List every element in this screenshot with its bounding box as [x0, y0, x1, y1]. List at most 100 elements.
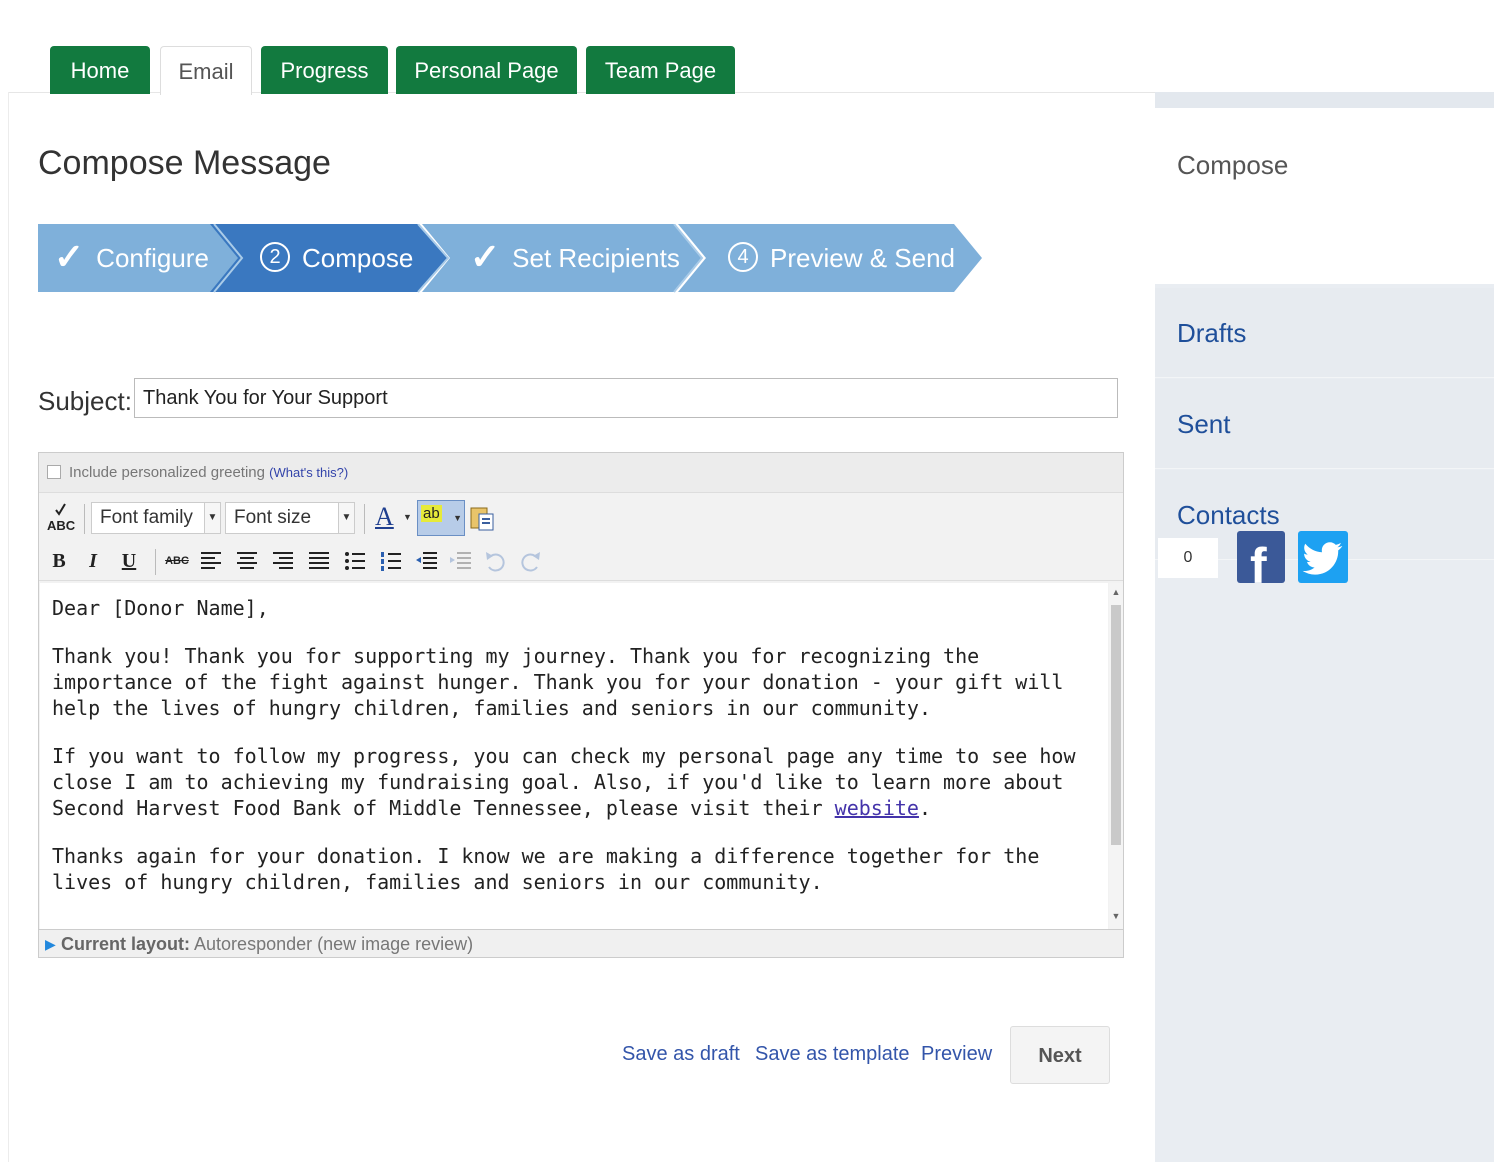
redo-button[interactable]	[517, 549, 543, 573]
scroll-down-icon[interactable]: ▼	[1109, 911, 1123, 925]
facebook-icon: f	[1250, 538, 1267, 594]
svg-text:f: f	[1250, 538, 1267, 583]
justify-icon	[309, 552, 329, 569]
whats-this-link[interactable]: (What's this?)	[269, 465, 348, 480]
step-compose[interactable]: 2 Compose	[260, 224, 413, 292]
subject-label: Subject:	[38, 386, 132, 416]
twitter-icon	[1302, 542, 1343, 575]
twitter-share-button[interactable]	[1298, 531, 1348, 583]
toolbar-separator	[84, 504, 85, 534]
sidebar-item-label: Compose	[1177, 150, 1289, 180]
justify-button[interactable]	[307, 549, 333, 573]
message-paragraph-3: Thanks again for your donation. I know w…	[52, 844, 1040, 894]
email-sidebar: Compose Drafts Sent Contacts	[1155, 92, 1494, 1162]
tab-home[interactable]: Home	[50, 46, 150, 94]
share-count: 0	[1158, 538, 1218, 578]
align-center-icon	[237, 552, 257, 569]
paste-word-button[interactable]	[469, 504, 495, 532]
current-layout-value: Autoresponder (new image review)	[194, 934, 474, 954]
bullet-list-button[interactable]	[343, 549, 369, 573]
greeting-bar: Include personalized greeting (What's th…	[39, 453, 1123, 493]
tab-email[interactable]: Email	[160, 46, 252, 95]
step-preview-send-label: Preview & Send	[770, 243, 955, 273]
current-layout-label: Current layout:	[61, 934, 191, 954]
website-link[interactable]: website	[835, 796, 919, 820]
svg-text:ABC: ABC	[47, 518, 75, 533]
chevron-down-icon: ▼	[204, 503, 220, 533]
scroll-up-icon[interactable]: ▲	[1109, 587, 1123, 601]
undo-button[interactable]	[483, 549, 509, 573]
sidebar-item-label: Drafts	[1177, 318, 1247, 348]
message-paragraph-2: If you want to follow my progress, you c…	[52, 743, 1096, 821]
font-size-value: Font size	[234, 507, 312, 528]
facebook-share-button[interactable]: f	[1237, 531, 1285, 594]
tab-progress[interactable]: Progress	[261, 46, 388, 94]
step-number-icon: 2	[260, 242, 290, 273]
greeting-label: Include personalized greeting	[69, 464, 265, 481]
editor-scrollbar[interactable]: ▲ ▼	[1109, 583, 1123, 929]
strikethrough-button[interactable]: ABC	[163, 541, 191, 581]
underline-button[interactable]: U	[115, 541, 143, 581]
redo-icon	[521, 552, 540, 572]
italic-button[interactable]: I	[79, 541, 107, 581]
text-color-button[interactable]: A ▼	[371, 500, 415, 536]
highlight-icon: ab	[421, 505, 442, 522]
numbered-list-button[interactable]	[379, 549, 405, 573]
bold-button[interactable]: B	[45, 541, 73, 581]
chevron-down-icon: ▼	[338, 503, 354, 533]
save-template-link[interactable]: Save as template	[755, 1043, 910, 1066]
step-set-recipients[interactable]: ✓ Set Recipients	[470, 224, 680, 292]
font-family-select[interactable]: Font family ▼	[91, 502, 221, 534]
chevron-down-icon: ▼	[453, 513, 462, 523]
align-right-button[interactable]	[271, 549, 297, 573]
step-preview-send[interactable]: 4 Preview & Send	[728, 224, 955, 292]
sidebar-item-label: Contacts	[1177, 500, 1280, 530]
message-editor: Include personalized greeting (What's th…	[38, 452, 1124, 958]
step-compose-label: Compose	[302, 243, 414, 273]
wizard-steps: ✓ Configure 2 Compose ✓ Set Recipients 4 Pre…	[38, 224, 988, 294]
outdent-button[interactable]	[415, 549, 441, 573]
greeting-text: Include personalized greeting (What's th…	[69, 464, 348, 481]
check-icon: ✓	[54, 236, 85, 278]
font-family-value: Font family	[100, 507, 193, 528]
indent-icon	[450, 552, 471, 569]
sidebar-item-sent[interactable]: Sent	[1155, 379, 1494, 469]
sidebar-item-drafts[interactable]: Drafts	[1155, 288, 1494, 378]
check-icon: ✓	[470, 236, 501, 278]
sidebar-top-strip	[1155, 92, 1494, 108]
scrollbar-thumb[interactable]	[1111, 605, 1121, 845]
undo-icon	[486, 552, 505, 572]
spellcheck-icon: ABC	[47, 503, 76, 533]
save-draft-link[interactable]: Save as draft	[622, 1043, 740, 1066]
tab-personal-page[interactable]: Personal Page	[396, 46, 577, 94]
subject-input[interactable]	[134, 378, 1118, 418]
align-right-icon	[273, 552, 293, 569]
message-body[interactable]: Dear [Donor Name], Thank you! Thank you …	[40, 583, 1108, 929]
greeting-checkbox[interactable]	[47, 465, 61, 479]
content-left-border	[8, 92, 9, 1162]
tab-team-page[interactable]: Team Page	[586, 46, 735, 94]
indent-button[interactable]	[449, 549, 475, 573]
step-set-recipients-label: Set Recipients	[512, 243, 680, 273]
message-salutation: Dear [Donor Name],	[52, 596, 269, 620]
step-configure[interactable]: ✓ Configure	[54, 224, 209, 292]
font-size-select[interactable]: Font size ▼	[225, 502, 355, 534]
toolbar-separator	[155, 549, 156, 575]
align-left-button[interactable]	[199, 549, 225, 573]
step-configure-label: Configure	[96, 243, 209, 273]
spellcheck-button[interactable]: ABC	[45, 500, 76, 536]
preview-link[interactable]: Preview	[921, 1043, 992, 1066]
align-center-button[interactable]	[235, 549, 261, 573]
editor-toolbar-bottom: B I U ABC	[39, 541, 1123, 581]
sidebar-item-label: Sent	[1177, 409, 1231, 439]
bullet-list-icon	[345, 552, 365, 570]
text-color-icon: A	[375, 502, 394, 531]
align-left-icon	[201, 552, 221, 569]
next-button[interactable]: Next	[1010, 1026, 1110, 1084]
highlight-color-button[interactable]: ab ▼	[417, 500, 465, 536]
message-paragraph-1: Thank you! Thank you for supporting my j…	[52, 644, 1064, 720]
numbered-list-icon	[381, 552, 401, 571]
chevron-down-icon: ▼	[403, 512, 412, 522]
sidebar-item-compose[interactable]: Compose	[1155, 108, 1494, 284]
current-layout-bar[interactable]: ▶ Current layout: Autoresponder (new ima…	[39, 929, 1123, 957]
